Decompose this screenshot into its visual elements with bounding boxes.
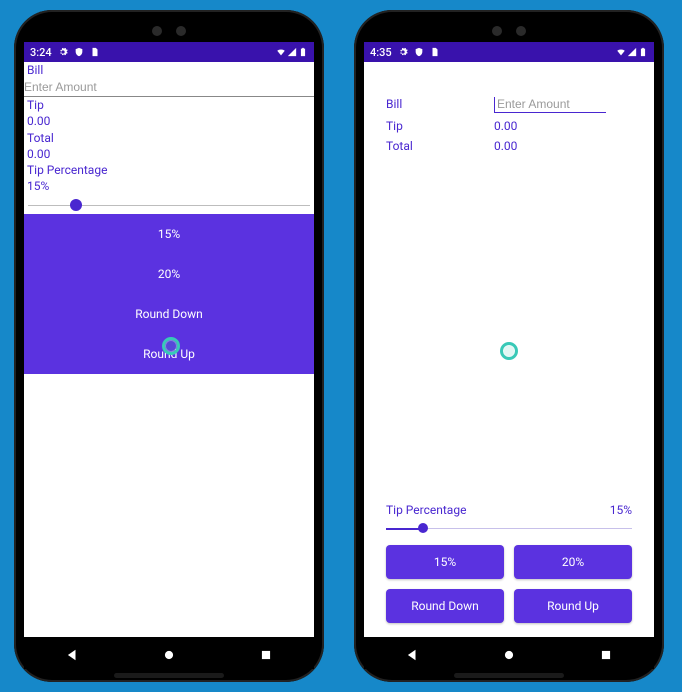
touch-indicator-icon — [500, 342, 518, 360]
shield-icon — [414, 47, 424, 57]
bill-input[interactable] — [24, 78, 314, 97]
screen: 4:35 — [364, 42, 654, 637]
btn-15[interactable]: 15% — [24, 214, 314, 254]
total-label: Total — [24, 130, 314, 146]
notch — [364, 20, 654, 42]
status-bar: 4:35 — [364, 42, 654, 62]
status-bar: 3:24 — [24, 42, 314, 62]
btn-round-down[interactable]: Round Down — [24, 294, 314, 334]
gear-icon — [398, 47, 408, 57]
status-time: 3:24 — [30, 46, 52, 59]
bill-label: Bill — [24, 62, 314, 78]
battery-icon — [298, 47, 308, 57]
tip-percentage-value: 15% — [610, 503, 632, 517]
btn-round-up[interactable]: Round Up — [514, 589, 632, 623]
bill-input[interactable] — [494, 97, 606, 113]
nav-recent-icon[interactable] — [259, 647, 273, 661]
tip-slider[interactable] — [28, 196, 310, 214]
tip-slider[interactable] — [386, 521, 632, 535]
sim-icon — [430, 47, 440, 57]
bill-label: Bill — [386, 97, 494, 113]
total-label: Total — [386, 139, 494, 153]
status-time: 4:35 — [370, 46, 392, 59]
btn-round-down[interactable]: Round Down — [386, 589, 504, 623]
shield-icon — [74, 47, 84, 57]
btn-20[interactable]: 20% — [514, 545, 632, 579]
touch-indicator-icon — [162, 337, 180, 355]
nav-home-icon[interactable] — [162, 647, 176, 661]
wifi-icon — [616, 47, 626, 57]
total-value: 0.00 — [24, 146, 314, 162]
nav-home-icon[interactable] — [502, 647, 516, 661]
nav-bar — [24, 639, 314, 669]
screen: 3:24 — [24, 42, 314, 637]
phone-left: 3:24 — [14, 10, 324, 682]
btn-15[interactable]: 15% — [386, 545, 504, 579]
app-content-left: Bill Tip 0.00 Total 0.00 Tip Percentage … — [24, 62, 314, 637]
phone-right: 4:35 — [354, 10, 664, 682]
signal-icon — [627, 47, 637, 57]
tip-percentage-label: Tip Percentage — [386, 503, 466, 517]
btn-20[interactable]: 20% — [24, 254, 314, 294]
nav-back-icon[interactable] — [405, 647, 419, 661]
gear-icon — [58, 47, 68, 57]
nav-bar — [364, 639, 654, 669]
notch — [24, 20, 314, 42]
tip-value: 0.00 — [24, 113, 314, 129]
battery-icon — [638, 47, 648, 57]
sim-icon — [90, 47, 100, 57]
tip-label: Tip — [24, 97, 314, 113]
tip-percentage-label: Tip Percentage — [24, 162, 314, 178]
wifi-icon — [276, 47, 286, 57]
nav-recent-icon[interactable] — [599, 647, 613, 661]
signal-icon — [287, 47, 297, 57]
tip-value: 0.00 — [494, 119, 517, 133]
tip-percentage-value: 15% — [24, 178, 314, 194]
tip-label: Tip — [386, 119, 494, 133]
app-content-right: Bill Tip 0.00 Total 0.00 Tip Percentage … — [364, 62, 654, 637]
total-value: 0.00 — [494, 139, 517, 153]
nav-back-icon[interactable] — [65, 647, 79, 661]
